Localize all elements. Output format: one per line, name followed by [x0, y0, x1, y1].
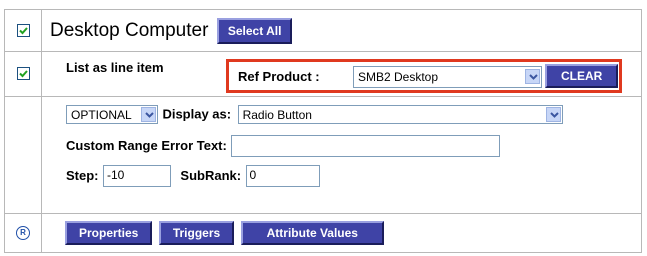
product-title-cell: Desktop Computer Select All — [41, 9, 642, 52]
product-row: Desktop Computer Select All — [4, 9, 642, 52]
checkmark-icon — [18, 70, 28, 78]
optional-select[interactable]: OPTIONAL — [66, 105, 158, 124]
subrank-value: 0 — [249, 168, 257, 182]
step-input[interactable]: -10 — [102, 165, 171, 187]
radio-button-icon[interactable]: R — [16, 225, 30, 240]
chevron-down-icon[interactable] — [141, 107, 156, 122]
step-value: -10 — [106, 168, 125, 182]
options-row: OPTIONAL Display as: Radio Button Custom… — [4, 96, 642, 214]
actions-row: R Properties Triggers Attribute Values — [4, 213, 642, 253]
custom-range-error-label: Custom Range Error Text: — [66, 138, 227, 154]
ref-product-highlight: Ref Product : SMB2 Desktop CLEAR — [226, 59, 622, 93]
product-checkbox-cell — [4, 9, 42, 52]
select-all-button[interactable]: Select All — [216, 17, 293, 44]
clear-button[interactable]: CLEAR — [545, 64, 619, 88]
properties-button[interactable]: Properties — [65, 221, 153, 245]
triggers-button[interactable]: Triggers — [158, 221, 235, 245]
display-as-select[interactable]: Radio Button — [237, 105, 563, 124]
options-line-2: Custom Range Error Text: — [66, 135, 501, 157]
list-as-line-item-label: List as line item — [66, 60, 164, 75]
options-cell: OPTIONAL Display as: Radio Button Custom… — [41, 96, 642, 214]
checkmark-icon — [18, 27, 28, 35]
subrank-input[interactable]: 0 — [245, 165, 320, 187]
line-item-checkbox[interactable] — [16, 67, 30, 81]
product-title: Desktop Computer — [50, 19, 209, 41]
subrank-label: SubRank: — [180, 168, 242, 184]
optional-select-value: OPTIONAL — [71, 108, 132, 122]
custom-range-error-input[interactable] — [231, 135, 501, 157]
options-line-1: OPTIONAL Display as: Radio Button — [66, 105, 563, 124]
display-as-select-value: Radio Button — [242, 108, 312, 122]
ref-product-select[interactable]: SMB2 Desktop — [353, 66, 542, 88]
radio-cell: R — [4, 213, 42, 253]
options-left-cell — [4, 96, 42, 214]
options-line-3: Step: -10 SubRank: 0 — [66, 165, 320, 187]
chevron-down-icon[interactable] — [525, 69, 540, 84]
ref-product-value: SMB2 Desktop — [358, 70, 439, 84]
line-item-checkbox-cell — [4, 51, 42, 97]
step-label: Step: — [66, 168, 99, 184]
attribute-panel: Desktop Computer Select All List as line… — [4, 9, 642, 253]
attribute-grid: Desktop Computer Select All List as line… — [4, 9, 642, 253]
actions-cell: Properties Triggers Attribute Values — [41, 213, 642, 253]
product-checkbox[interactable] — [16, 23, 30, 37]
display-as-label: Display as: — [162, 106, 232, 122]
attribute-values-button[interactable]: Attribute Values — [240, 221, 384, 245]
ref-product-label: Ref Product : — [238, 69, 320, 84]
chevron-down-icon[interactable] — [545, 107, 561, 122]
